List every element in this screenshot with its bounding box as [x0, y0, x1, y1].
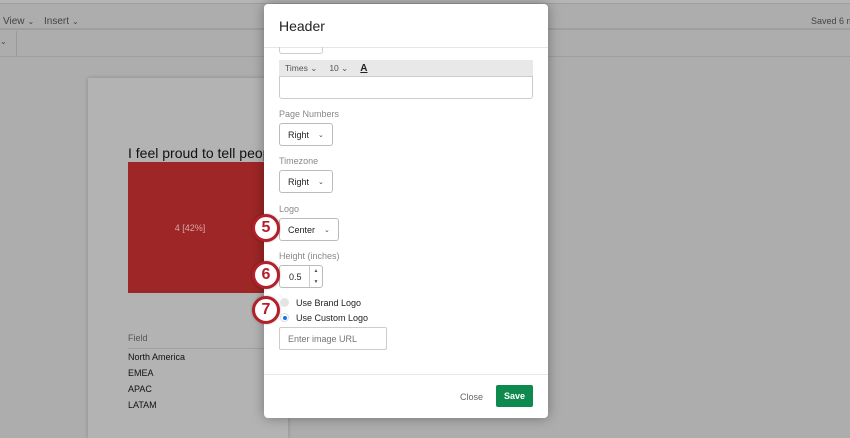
field-row: LATAM: [128, 400, 157, 410]
close-button[interactable]: Close: [460, 392, 483, 402]
field-row: EMEA: [128, 368, 154, 378]
rich-text-toolbar: Times ⌄ 10 ⌄ A: [279, 60, 533, 76]
image-url-input[interactable]: [279, 327, 387, 350]
stepper-arrows[interactable]: ▲ ▼: [309, 266, 322, 287]
brand-logo-radio[interactable]: [280, 298, 289, 307]
font-select[interactable]: Times ⌄: [285, 63, 317, 74]
arrow-up-icon[interactable]: ▲: [314, 268, 319, 274]
step-badge-6: 6: [252, 261, 280, 289]
font-size-select[interactable]: 10 ⌄: [329, 63, 348, 74]
header-text-editor[interactable]: [279, 76, 533, 99]
height-stepper[interactable]: 0.5 ▲ ▼: [279, 265, 323, 288]
chart-bar: 4 [42%]: [128, 162, 268, 293]
chevron-down-icon: ⌄: [341, 62, 349, 73]
chevron-down-icon: ⌄: [72, 17, 79, 26]
saved-status: Saved 6 m: [811, 16, 850, 26]
custom-logo-label[interactable]: Use Custom Logo: [296, 313, 368, 323]
header-dialog: Header Times ⌄ 10 ⌄ A Page Numbers Right…: [264, 4, 548, 418]
chevron-down-icon: ⌄: [310, 62, 318, 73]
field-header: Field: [128, 333, 148, 343]
field-row: APAC: [128, 384, 152, 394]
text-color-icon[interactable]: A: [360, 63, 367, 74]
dropdown-partial[interactable]: [279, 47, 323, 54]
chevron-down-icon[interactable]: ⌄: [0, 37, 7, 46]
height-label: Height (inches): [279, 251, 340, 261]
bar-label: 4 [42%]: [174, 222, 206, 233]
chevron-down-icon: ⌄: [27, 17, 35, 26]
arrow-down-icon[interactable]: ▼: [314, 279, 319, 285]
save-button[interactable]: Save: [496, 385, 533, 407]
page-numbers-select[interactable]: Right ⌄: [279, 123, 333, 146]
chevron-down-icon: ⌄: [318, 131, 324, 139]
menu-view[interactable]: View ⌄: [3, 16, 34, 27]
menu-insert[interactable]: Insert ⌄: [44, 16, 79, 27]
step-badge-7: 7: [252, 296, 280, 324]
question-title: I feel proud to tell peop: [128, 145, 271, 161]
timezone-label: Timezone: [279, 156, 319, 166]
chevron-down-icon: ⌄: [318, 178, 324, 186]
divider: [128, 348, 268, 349]
chevron-down-icon: ⌄: [324, 226, 330, 234]
toolbar-divider: [16, 31, 17, 57]
divider: [264, 374, 548, 375]
dialog-title: Header: [279, 18, 325, 34]
page-numbers-label: Page Numbers: [279, 109, 340, 119]
logo-select[interactable]: Center ⌄: [279, 218, 339, 241]
field-row: North America: [128, 352, 186, 362]
brand-logo-label[interactable]: Use Brand Logo: [296, 298, 361, 308]
step-badge-5: 5: [252, 214, 280, 242]
logo-label: Logo: [279, 204, 300, 214]
custom-logo-radio[interactable]: [280, 313, 289, 322]
timezone-select[interactable]: Right ⌄: [279, 170, 333, 193]
